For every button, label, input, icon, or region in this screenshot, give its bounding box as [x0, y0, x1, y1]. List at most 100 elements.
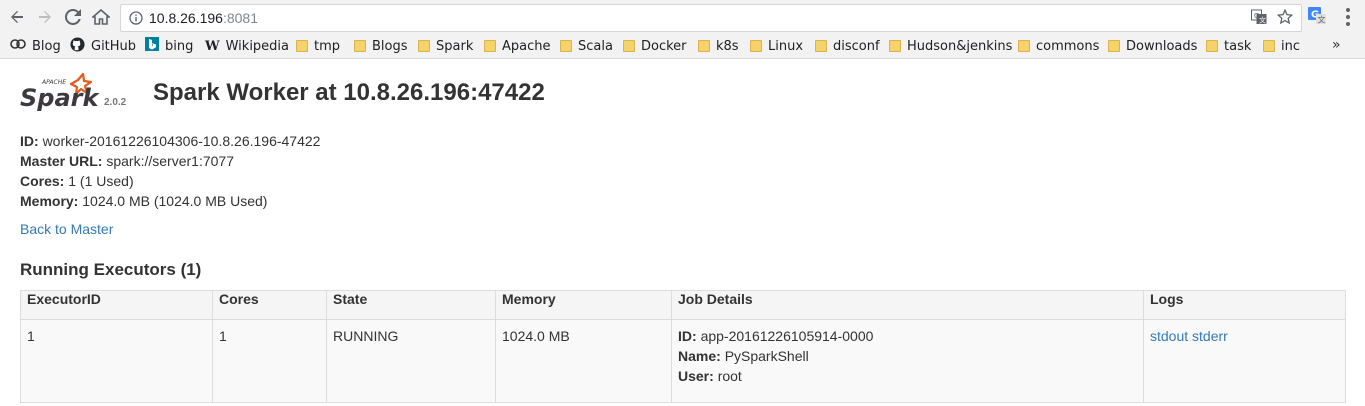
bookmark-label: bing [165, 38, 194, 54]
bookmark-folder-inc[interactable]: inc [1263, 38, 1300, 54]
bookmark-folder-hudson-jenkins[interactable]: Hudson&jenkins [889, 38, 1012, 54]
column-header-cores[interactable]: Cores [212, 290, 327, 320]
bookmark-label: commons [1036, 38, 1100, 54]
bookmark-folder-downloads[interactable]: Downloads [1108, 38, 1197, 54]
folder-icon [1108, 40, 1120, 52]
bookmark-label: Blogs [372, 38, 408, 54]
bookmark-label: Wikipedia [225, 38, 290, 54]
wikipedia-icon: W [205, 38, 220, 54]
blog-icon [10, 37, 26, 55]
folder-icon [815, 40, 827, 52]
job-detail-name: Name: PySparkShell [678, 346, 1137, 366]
worker-summary: ID: worker-20161226104306-10.8.26.196-47… [20, 131, 320, 211]
summary-label: Master URL: [20, 153, 103, 169]
bookmark-folder-docker[interactable]: Docker [623, 38, 687, 54]
folder-icon [354, 40, 366, 52]
back-to-master-link[interactable]: Back to Master [20, 221, 113, 237]
svg-text:文: 文 [1259, 16, 1266, 25]
bookmark-folder-disconf[interactable]: disconf [815, 38, 880, 54]
folder-icon [698, 40, 710, 52]
bookmark-label: Hudson&jenkins [907, 38, 1013, 54]
bookmark-folder-commons[interactable]: commons [1018, 38, 1099, 54]
bookmarks-overflow-button[interactable]: » [1332, 37, 1341, 53]
bookmark-folder-k8s[interactable]: k8s [698, 38, 739, 54]
bookmark-label: Linux [768, 38, 804, 54]
bookmark-label: inc [1281, 38, 1300, 54]
folder-icon [484, 40, 496, 52]
info-icon[interactable] [129, 11, 143, 30]
translate-icon[interactable]: G文 [1251, 9, 1267, 30]
cell-job-details: ID: app-20161226105914-0000 Name: PySpar… [671, 319, 1144, 403]
executors-table: ExecutorID Cores State Memory Job Detail… [20, 290, 1346, 403]
column-header-memory[interactable]: Memory [495, 290, 672, 320]
summary-value: spark://server1:7077 [106, 153, 234, 169]
browser-toolbar: 10.8.26.196:8081 G文 G文 [0, 0, 1365, 34]
bookmark-folder-tmp[interactable]: tmp [296, 38, 340, 54]
bookmark-folder-scala[interactable]: Scala [560, 38, 613, 54]
bookmark-label: tmp [314, 38, 341, 54]
bookmark-label: Spark [436, 38, 474, 54]
folder-icon [623, 40, 635, 52]
folder-icon [750, 40, 762, 52]
column-header-executor-id[interactable]: ExecutorID [20, 290, 213, 320]
bookmark-label: k8s [716, 38, 739, 54]
bookmark-folder-linux[interactable]: Linux [750, 38, 803, 54]
spark-version: 2.0.2 [104, 97, 127, 108]
bookmark-label: task [1224, 38, 1252, 54]
bookmark-bing[interactable]: bing [145, 37, 194, 55]
summary-master-url: Master URL: spark://server1:7077 [20, 151, 320, 171]
cell-memory: 1024.0 MB [495, 319, 672, 403]
page-title: Spark Worker at 10.8.26.196:47422 [153, 79, 545, 106]
summary-id: ID: worker-20161226104306-10.8.26.196-47… [20, 131, 320, 151]
summary-value: 1024.0 MB (1024.0 MB Used) [82, 193, 268, 209]
bookmark-label: Blog [32, 38, 61, 54]
bookmark-folder-apache[interactable]: Apache [484, 38, 551, 54]
bookmark-folder-task[interactable]: task [1206, 38, 1251, 54]
job-detail-value: root [717, 368, 742, 384]
address-bar[interactable]: 10.8.26.196:8081 G文 [120, 4, 1302, 32]
column-header-logs[interactable]: Logs [1143, 290, 1346, 320]
bookmark-folder-blogs[interactable]: Blogs [354, 38, 408, 54]
bookmark-github[interactable]: GitHub [70, 36, 137, 56]
bookmarks-bar: Blog GitHub bing W Wikipedia tmp Blogs S… [0, 34, 1365, 59]
job-detail-value: PySparkShell [724, 348, 809, 364]
github-icon [70, 36, 85, 56]
summary-label: Cores: [20, 173, 65, 189]
star-icon[interactable] [1276, 8, 1294, 30]
column-header-job-details[interactable]: Job Details [671, 290, 1144, 320]
folder-icon [1263, 40, 1275, 52]
summary-memory: Memory: 1024.0 MB (1024.0 MB Used) [20, 191, 320, 211]
svg-text:文: 文 [1318, 15, 1326, 25]
bookmark-label: Docker [641, 38, 687, 54]
job-detail-value: app-20161226105914-0000 [700, 328, 874, 344]
folder-icon [560, 40, 572, 52]
stderr-link[interactable]: stderr [1192, 328, 1228, 344]
google-translate-extension-icon[interactable]: G文 [1307, 6, 1327, 26]
arrow-right-icon[interactable] [34, 6, 56, 28]
cell-state: RUNNING [326, 319, 496, 403]
reload-icon[interactable] [62, 6, 84, 28]
bookmark-label: GitHub [91, 38, 137, 54]
job-detail-label: User: [678, 368, 714, 384]
column-header-state[interactable]: State [326, 290, 496, 320]
stdout-link[interactable]: stdout [1150, 328, 1188, 344]
cell-cores: 1 [212, 319, 327, 403]
folder-icon [889, 40, 901, 52]
bookmark-folder-spark[interactable]: Spark [418, 38, 473, 54]
logo-spark-text: Spark [20, 84, 100, 112]
summary-value: 1 (1 Used) [68, 173, 134, 189]
folder-icon [418, 40, 430, 52]
folder-icon [1018, 40, 1030, 52]
bookmark-label: Downloads [1126, 38, 1198, 54]
bookmark-wikipedia[interactable]: W Wikipedia [205, 38, 289, 54]
kebab-menu-icon[interactable] [1338, 6, 1358, 28]
job-detail-label: Name: [678, 348, 721, 364]
url-text[interactable]: 10.8.26.196:8081 [149, 10, 258, 26]
bookmark-blog[interactable]: Blog [10, 38, 61, 54]
job-detail-label: ID: [678, 328, 697, 344]
arrow-left-icon[interactable] [6, 6, 28, 28]
table-header-row: ExecutorID Cores State Memory Job Detail… [20, 290, 1346, 320]
home-icon[interactable] [90, 6, 112, 28]
bing-icon [145, 37, 159, 55]
summary-value: worker-20161226104306-10.8.26.196-47422 [42, 133, 321, 149]
